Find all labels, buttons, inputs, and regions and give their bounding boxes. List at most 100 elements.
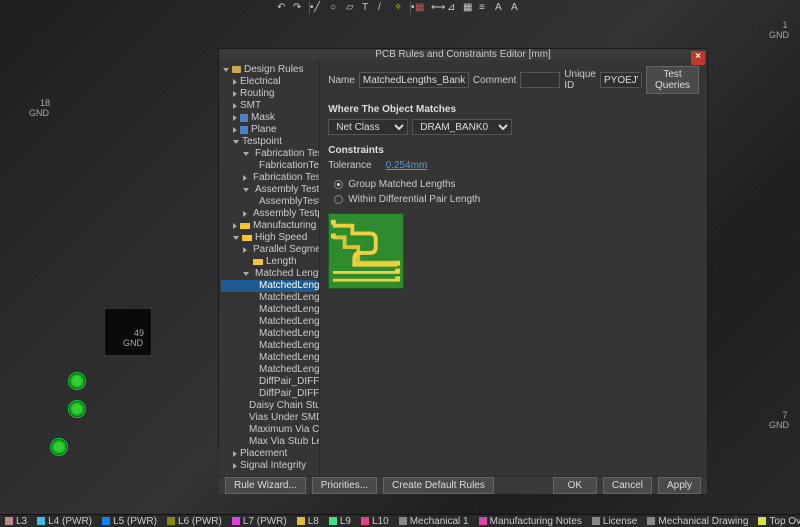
tree-expand-icon[interactable] xyxy=(233,79,237,85)
tree-node-electrical[interactable]: Electrical xyxy=(221,76,317,88)
tree-node-matchedlengths-bank3[interactable]: MatchedLengths_Bank3 xyxy=(221,316,317,328)
layer-tab-license[interactable]: License xyxy=(587,516,642,527)
undo-icon[interactable]: ↶ xyxy=(277,2,289,14)
layer-tab-l5-pwr-[interactable]: L5 (PWR) xyxy=(97,516,162,527)
test-queries-button[interactable]: Test Queries xyxy=(646,66,699,94)
tree-expand-icon[interactable] xyxy=(243,152,249,156)
layer-tab-l4-pwr-[interactable]: L4 (PWR) xyxy=(32,516,97,527)
tree-node-matchedlengths-bank2[interactable]: MatchedLengths_Bank2 xyxy=(221,304,317,316)
tree-node-design-rules[interactable]: Design Rules xyxy=(221,64,317,76)
tree-node-fabricationtestpoint[interactable]: FabricationTestpoint xyxy=(221,160,317,172)
place-track-icon[interactable]: ╱ xyxy=(314,2,326,14)
cancel-button[interactable]: Cancel xyxy=(603,477,652,494)
tree-expand-icon[interactable] xyxy=(233,140,239,144)
layer-tab-mechanical-drawing[interactable]: Mechanical Drawing xyxy=(642,516,753,527)
place-text-icon[interactable]: T xyxy=(362,2,374,14)
tree-node-placement[interactable]: Placement xyxy=(221,448,317,460)
tree-node-diffpair-diff100matchedleng[interactable]: DiffPair_DIFF100MatchedLeng xyxy=(221,376,317,388)
tree-node-fabrication-testpoint-style[interactable]: Fabrication Testpoint Style xyxy=(221,148,317,160)
grid-icon[interactable]: ▦ xyxy=(463,2,475,14)
place-via-icon[interactable]: ○ xyxy=(330,2,342,14)
font-icon[interactable]: A xyxy=(495,2,507,14)
letter-icon[interactable]: A xyxy=(511,2,523,14)
priorities-button[interactable]: Priorities... xyxy=(312,477,377,494)
tree-node-matchedlengths-bank0[interactable]: MatchedLengths_Bank0 xyxy=(221,280,317,292)
tree-expand-icon[interactable] xyxy=(243,175,247,181)
apply-button[interactable]: Apply xyxy=(658,477,701,494)
tree-node-length[interactable]: Length xyxy=(221,256,317,268)
radio-within-diffpair[interactable] xyxy=(334,195,343,204)
layer-tab-l7-pwr-[interactable]: L7 (PWR) xyxy=(227,516,292,527)
highlight-icon[interactable]: ✧ xyxy=(394,2,406,14)
tree-node-diffpair-diff90matchedlengt[interactable]: DiffPair_DIFF90MatchedLengt xyxy=(221,388,317,400)
tree-node-vias-under-smd[interactable]: Vias Under SMD xyxy=(221,412,317,424)
tree-label: Fabrication Testpoint Style xyxy=(255,148,320,159)
tree-node-assembly-testpoint-usage[interactable]: Assembly Testpoint Usage xyxy=(221,208,317,220)
name-input[interactable] xyxy=(359,72,469,88)
tolerance-value[interactable]: 0.254mm xyxy=(386,160,428,171)
place-line-icon[interactable]: / xyxy=(378,2,390,14)
rules-tree[interactable]: Design RulesElectricalRoutingSMTMaskPlan… xyxy=(219,60,320,476)
tree-node-parallel-segment[interactable]: Parallel Segment xyxy=(221,244,317,256)
tree-node-assembly-testpoint-style[interactable]: Assembly Testpoint Style xyxy=(221,184,317,196)
tree-node-fabrication-testpoint-usage[interactable]: Fabrication Testpoint Usage xyxy=(221,172,317,184)
layer-tab-manufacturing-notes[interactable]: Manufacturing Notes xyxy=(474,516,587,527)
rule-wizard-button[interactable]: Rule Wizard... xyxy=(225,477,306,494)
tree-node-smt[interactable]: SMT xyxy=(221,100,317,112)
layer-tab-mechanical-1[interactable]: Mechanical 1 xyxy=(394,516,474,527)
match-type-select[interactable]: Net Class xyxy=(328,119,408,135)
tree-expand-icon[interactable] xyxy=(233,451,237,457)
dimension-icon[interactable]: ⊿ xyxy=(447,2,459,14)
tree-node-plane[interactable]: Plane xyxy=(221,124,317,136)
tree-expand-icon[interactable] xyxy=(223,68,229,72)
tree-node-daisy-chain-stub-length[interactable]: Daisy Chain Stub Length xyxy=(221,400,317,412)
tree-node-matchedlengths-bank6[interactable]: MatchedLengths_Bank6 xyxy=(221,352,317,364)
tree-label: Design Rules xyxy=(244,64,303,75)
tree-expand-icon[interactable] xyxy=(243,188,249,192)
tree-node-routing[interactable]: Routing xyxy=(221,88,317,100)
tree-node-testpoint[interactable]: Testpoint xyxy=(221,136,317,148)
layer-tab-l9[interactable]: L9 xyxy=(324,516,356,527)
redo-icon[interactable]: ↷ xyxy=(293,2,305,14)
layer-swatch xyxy=(479,517,487,525)
tree-node-mask[interactable]: Mask xyxy=(221,112,317,124)
tree-node-assemblytestpoint[interactable]: AssemblyTestpoint xyxy=(221,196,317,208)
tree-node-matchedlengths-bank5[interactable]: MatchedLengths_Bank5 xyxy=(221,340,317,352)
tree-expand-icon[interactable] xyxy=(233,103,237,109)
layer-tab-l8[interactable]: L8 xyxy=(292,516,324,527)
tree-expand-icon[interactable] xyxy=(243,211,247,217)
measure-icon[interactable]: ⟷ xyxy=(431,2,443,14)
tree-expand-icon[interactable] xyxy=(243,247,247,253)
tree-expand-icon[interactable] xyxy=(233,463,237,469)
uniqueid-input[interactable] xyxy=(600,72,642,88)
tree-node-signal-integrity[interactable]: Signal Integrity xyxy=(221,460,317,472)
tree-node-matched-lengths[interactable]: Matched Lengths xyxy=(221,268,317,280)
tree-expand-icon[interactable] xyxy=(243,272,249,276)
place-polygon-icon[interactable]: ▱ xyxy=(346,2,358,14)
tree-node-high-speed[interactable]: High Speed xyxy=(221,232,317,244)
3d-icon[interactable]: ▦ xyxy=(415,2,427,14)
close-button[interactable]: × xyxy=(691,51,705,65)
layer-tab-l3[interactable]: L3 xyxy=(0,516,32,527)
tree-node-matchedlengths-bank1[interactable]: MatchedLengths_Bank1 xyxy=(221,292,317,304)
tree-expand-icon[interactable] xyxy=(233,115,237,121)
ok-button[interactable]: OK xyxy=(553,477,597,494)
comment-input[interactable] xyxy=(520,72,560,88)
layer-tab-l6-pwr-[interactable]: L6 (PWR) xyxy=(162,516,227,527)
tree-node-manufacturing[interactable]: Manufacturing xyxy=(221,220,317,232)
layer-tab-top-overlay[interactable]: Top Overlay xyxy=(753,516,800,527)
layer-swatch xyxy=(647,517,655,525)
tree-expand-icon[interactable] xyxy=(233,127,237,133)
tree-node-matchedlengths-bank4[interactable]: MatchedLengths_Bank4 xyxy=(221,328,317,340)
tree-node-max-via-stub-length-back-drillin[interactable]: Max Via Stub Length (Back Drillin xyxy=(221,436,317,448)
tree-node-matchedlengths-bank7[interactable]: MatchedLengths_Bank7 xyxy=(221,364,317,376)
align-icon[interactable]: ≡ xyxy=(479,2,491,14)
tree-node-maximum-via-count[interactable]: Maximum Via Count xyxy=(221,424,317,436)
tree-expand-icon[interactable] xyxy=(233,91,237,97)
tree-expand-icon[interactable] xyxy=(233,223,237,229)
tree-expand-icon[interactable] xyxy=(233,236,239,240)
radio-group-matched[interactable] xyxy=(334,180,343,189)
match-value-select[interactable]: DRAM_BANK0 xyxy=(412,119,512,135)
create-default-rules-button[interactable]: Create Default Rules xyxy=(383,477,494,494)
layer-tab-l10[interactable]: L10 xyxy=(356,516,394,527)
